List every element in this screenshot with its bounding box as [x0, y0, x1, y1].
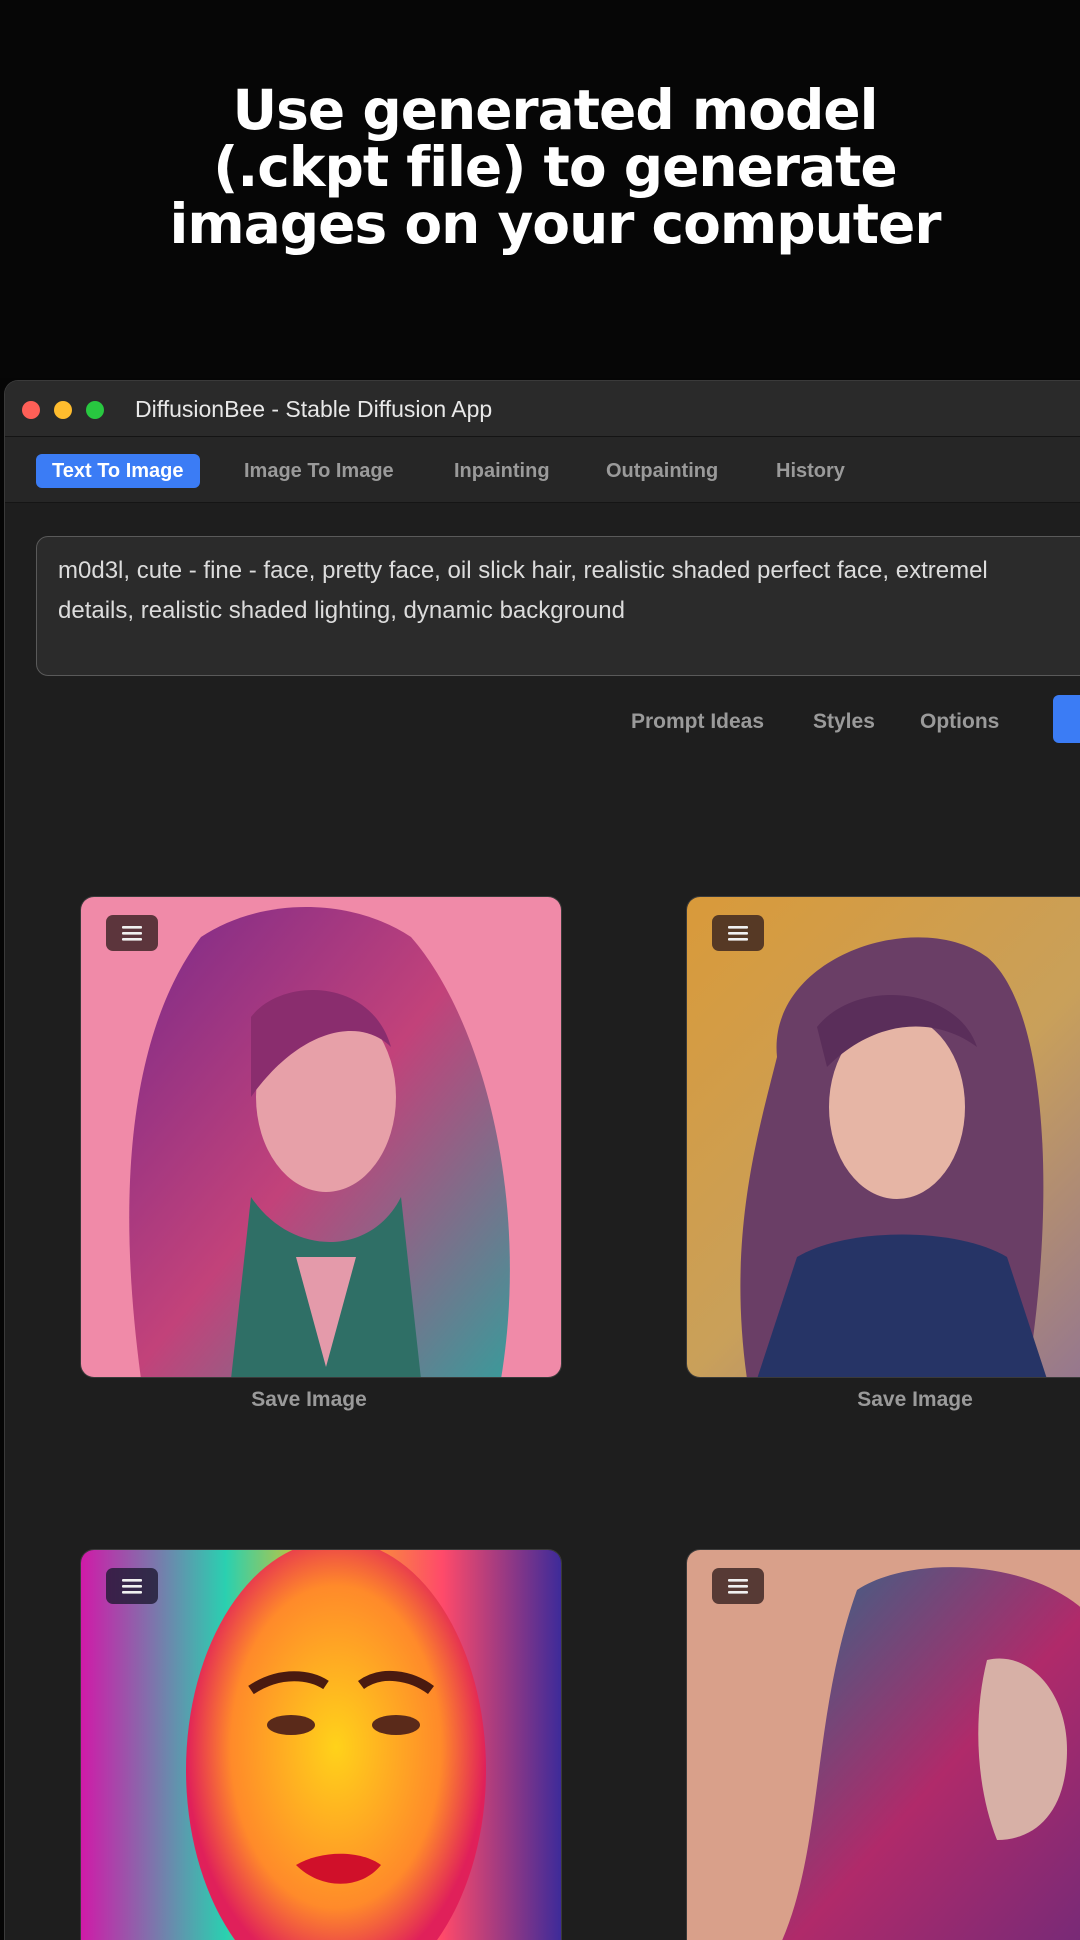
hero-banner: Use generated model (.ckpt file) to gene… — [0, 0, 1080, 378]
generated-image[interactable] — [687, 1550, 1080, 1940]
generated-image[interactable] — [81, 1550, 562, 1940]
prompt-ideas-button[interactable]: Prompt Ideas — [631, 706, 764, 738]
prompt-line: m0d3l, cute - fine - face, pretty face, … — [58, 557, 988, 584]
tab-history[interactable]: History — [776, 454, 845, 488]
prompt-input[interactable]: m0d3l, cute - fine - face, pretty face, … — [36, 536, 1080, 676]
styles-button[interactable]: Styles — [813, 706, 875, 738]
tab-bar: Text To Image Image To Image Inpainting … — [5, 437, 1080, 503]
hamburger-menu-icon — [122, 1579, 142, 1594]
generated-image-card — [80, 1549, 562, 1940]
generated-image-card — [686, 896, 1080, 1378]
hero-title-line: images on your computer — [169, 192, 942, 256]
window-titlebar: DiffusionBee - Stable Diffusion App — [5, 381, 1080, 437]
hamburger-menu-icon — [728, 1579, 748, 1594]
image-menu-button[interactable] — [712, 915, 764, 951]
save-image-button[interactable]: Save Image — [68, 1388, 550, 1412]
hamburger-menu-icon — [122, 926, 142, 941]
tab-text-to-image[interactable]: Text To Image — [36, 454, 200, 488]
tab-image-to-image[interactable]: Image To Image — [244, 454, 394, 488]
generated-image-card — [80, 896, 562, 1378]
prompt-text[interactable]: m0d3l, cute - fine - face, pretty face, … — [58, 551, 1080, 631]
window-title: DiffusionBee - Stable Diffusion App — [135, 396, 493, 422]
save-image-button[interactable]: Save Image — [674, 1388, 1080, 1412]
zoom-window-button[interactable] — [86, 401, 104, 419]
tab-inpainting[interactable]: Inpainting — [454, 454, 550, 488]
image-menu-button[interactable] — [106, 915, 158, 951]
hero-title-line: Use generated model — [232, 78, 879, 142]
close-window-button[interactable] — [22, 401, 40, 419]
image-menu-button[interactable] — [106, 1568, 158, 1604]
image-menu-button[interactable] — [712, 1568, 764, 1604]
tab-outpainting[interactable]: Outpainting — [606, 454, 718, 488]
hero-title-line: (.ckpt file) to generate — [213, 135, 897, 199]
options-button[interactable]: Options — [920, 706, 999, 738]
minimize-window-button[interactable] — [54, 401, 72, 419]
hero-title: Use generated model (.ckpt file) to gene… — [0, 82, 1080, 253]
prompt-line: details, realistic shaded lighting, dyna… — [58, 597, 625, 624]
generated-image[interactable] — [687, 897, 1080, 1378]
generated-image[interactable] — [81, 897, 562, 1378]
generate-button[interactable] — [1053, 695, 1080, 743]
generated-image-card — [686, 1549, 1080, 1940]
hamburger-menu-icon — [728, 926, 748, 941]
app-window: DiffusionBee - Stable Diffusion App Text… — [4, 380, 1080, 1940]
